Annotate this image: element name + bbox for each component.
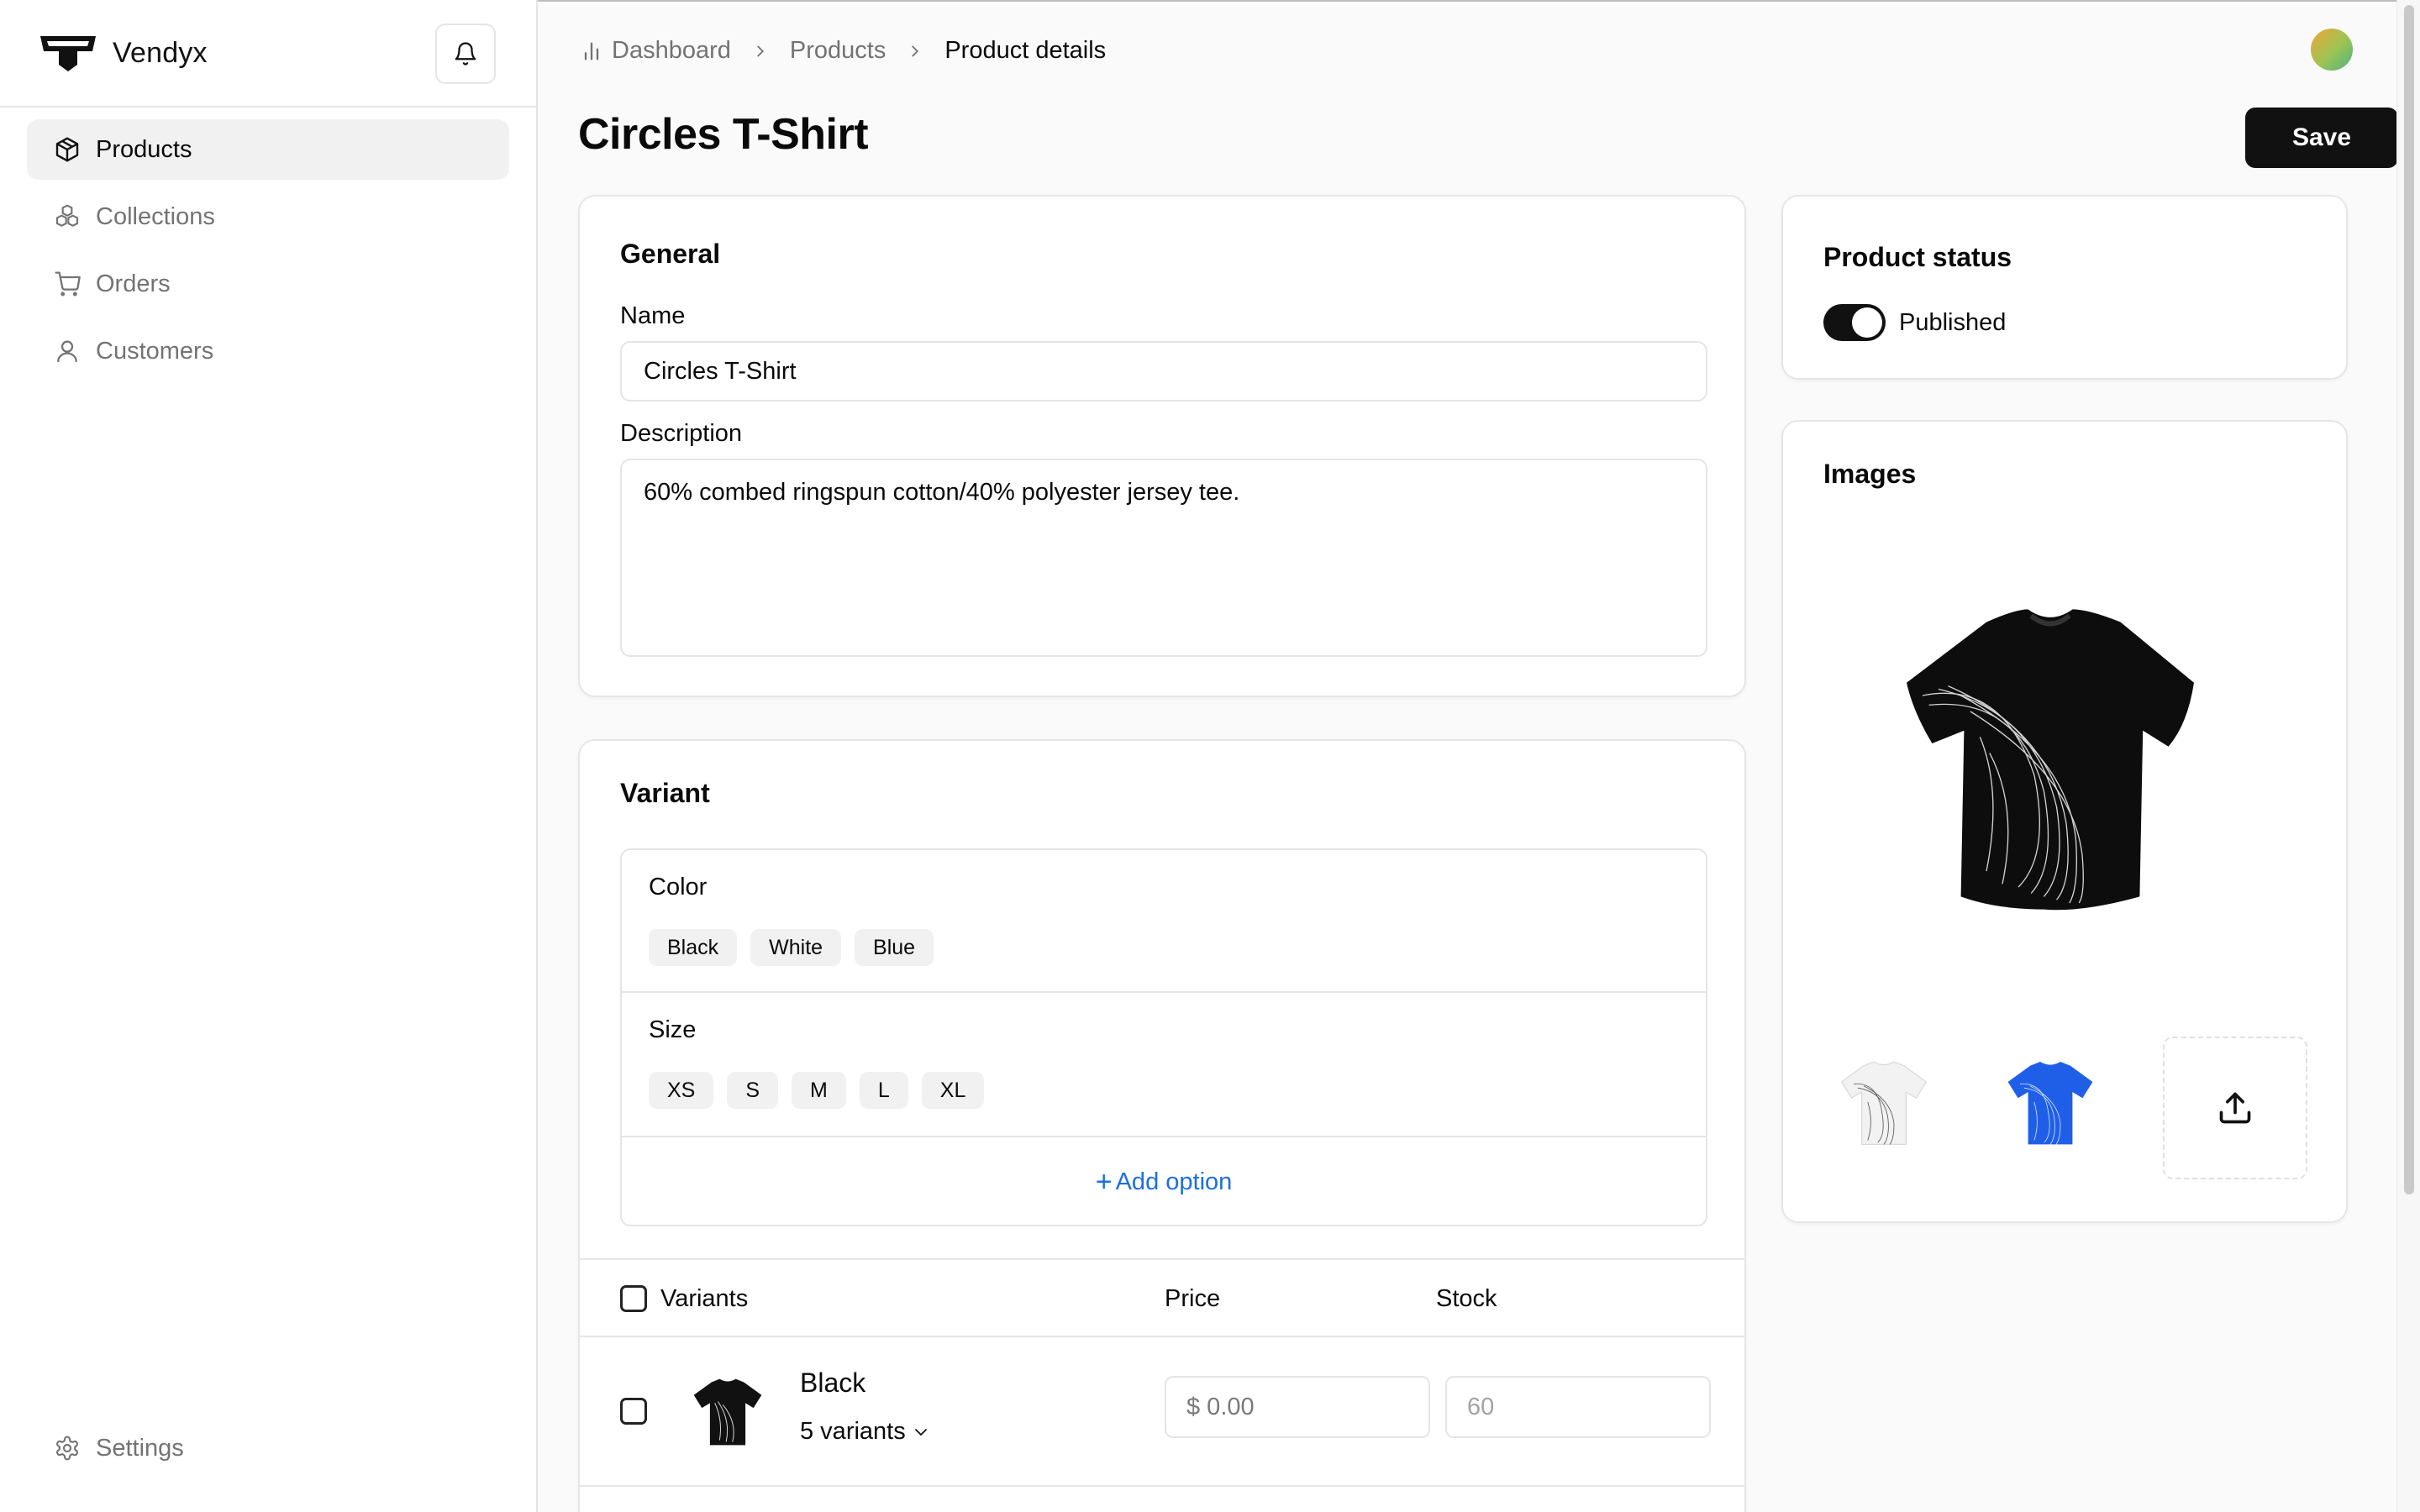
product-status-title: Product status [1823,242,2012,272]
images-title: Images [1823,459,1917,489]
sidebar-item-label: Collections [96,202,215,230]
general-title: General [620,239,721,269]
general-card: General Name Circles T-Shirt Description… [578,195,1746,697]
variant-card: Variant Color Black White Blue Size XS S [578,739,1746,1512]
description-label: Description [620,420,743,447]
page-scrollbar[interactable] [2396,0,2420,1512]
plus-icon: + [1095,1165,1113,1198]
upload-image-button[interactable] [2163,1037,2307,1179]
gear-icon [56,1436,78,1461]
sidebar-item-label: Orders [96,270,171,297]
sidebar-item-orders[interactable]: Orders [27,254,509,314]
vendyx-logo-icon[interactable] [39,33,97,73]
breadcrumb: Dashboard Products Product details [580,37,1106,65]
breadcrumb-current: Product details [944,37,1107,64]
avatar[interactable] [2311,29,2353,71]
option-value-chip[interactable]: XL [921,1072,985,1109]
sidebar-item-label: Settings [96,1434,184,1462]
price-input[interactable]: $ 0.00 [1165,1376,1430,1438]
sidebar-item-label: Products [96,135,192,163]
published-label: Published [1899,309,2007,336]
app: Vendyx Products Collections Orders Custo… [0,0,2420,1512]
options-box: Color Black White Blue Size XS S M L XL … [620,848,1707,1226]
save-button[interactable]: Save [2245,108,2398,168]
option-value-chip[interactable]: S [727,1072,779,1109]
sidebar-item-collections[interactable]: Collections [27,186,509,247]
brand-name[interactable]: Vendyx [113,37,208,70]
published-toggle[interactable] [1823,304,1886,341]
sidebar-item-settings[interactable]: Settings [27,1418,511,1478]
col-price: Price [1165,1285,1221,1312]
chevron-down-icon [914,1428,927,1436]
scrollbar-thumb[interactable] [2404,5,2414,1194]
option-name: Color [649,874,708,900]
product-status-card: Product status Published [1781,195,2348,380]
option-size[interactable]: Size XS S M L XL [622,993,1706,1136]
images-card: Images [1781,420,2348,1223]
option-value-chip[interactable]: L [859,1072,908,1109]
bar-chart-icon [584,42,599,60]
option-value-chip[interactable]: White [750,929,842,966]
variant-title: Variant [620,778,710,808]
option-name: Size [649,1016,697,1043]
name-field[interactable]: Circles T-Shirt [620,341,1707,402]
user-icon [57,340,77,363]
toggle-knob [1852,307,1882,338]
tshirt-thumbnail-black [693,1378,762,1446]
topbar: Dashboard Products Product details [538,0,2420,108]
option-value-chip[interactable]: Blue [855,929,934,966]
option-value-chip[interactable]: M [792,1072,846,1109]
sidebar: Vendyx Products Collections Orders Custo… [0,0,538,1512]
tshirt-main-image[interactable] [1891,600,2210,919]
sidebar-item-label: Customers [96,337,214,365]
add-option-label: Add option [1115,1168,1233,1195]
option-value-chip[interactable]: Black [649,929,738,966]
table-row[interactable]: Black 5 variants $ 0.00 60 [580,1337,1744,1487]
variant-row-expand[interactable]: 5 variants [800,1418,931,1446]
cart-icon [55,271,81,297]
tshirt-white-icon [1840,1061,1928,1145]
variants-table-header: Variants Price Stock [580,1258,1744,1337]
tshirt-blue-icon [2007,1062,2093,1145]
image-thumbnail-blue[interactable] [1995,1047,2106,1158]
image-thumbnail-white[interactable] [1828,1047,1939,1158]
variant-count-label: 5 variants [800,1418,906,1445]
col-variants: Variants [660,1285,749,1312]
option-color[interactable]: Color Black White Blue [622,850,1706,993]
sidebar-nav: Products Collections Orders Customers [0,108,536,400]
breadcrumb-products[interactable]: Products [790,37,886,65]
notifications-button[interactable] [435,24,496,84]
sidebar-item-products[interactable]: Products [27,119,509,180]
sidebar-item-customers[interactable]: Customers [27,321,509,381]
chevron-right-icon [912,45,919,56]
add-option-button[interactable]: + Add option [622,1137,1706,1226]
name-label: Name [620,302,686,329]
package-icon [55,137,79,162]
breadcrumb-dashboard[interactable]: Dashboard [612,37,731,65]
select-all-checkbox[interactable] [620,1285,647,1312]
main-content: Dashboard Products Product details Circl… [538,0,2420,1512]
col-stock: Stock [1436,1285,1497,1312]
option-value-chip[interactable]: XS [649,1072,714,1109]
boxes-icon [55,204,79,227]
page-title: Circles T-Shirt [578,110,869,159]
row-checkbox[interactable] [620,1398,647,1425]
description-field[interactable]: 60% combed ringspun cotton/40% polyester… [620,459,1707,657]
chevron-right-icon [757,45,764,56]
variant-row-name: Black [800,1368,866,1398]
bell-icon [455,42,476,66]
stock-input[interactable]: 60 [1445,1376,1711,1438]
upload-icon [2219,1092,2251,1124]
